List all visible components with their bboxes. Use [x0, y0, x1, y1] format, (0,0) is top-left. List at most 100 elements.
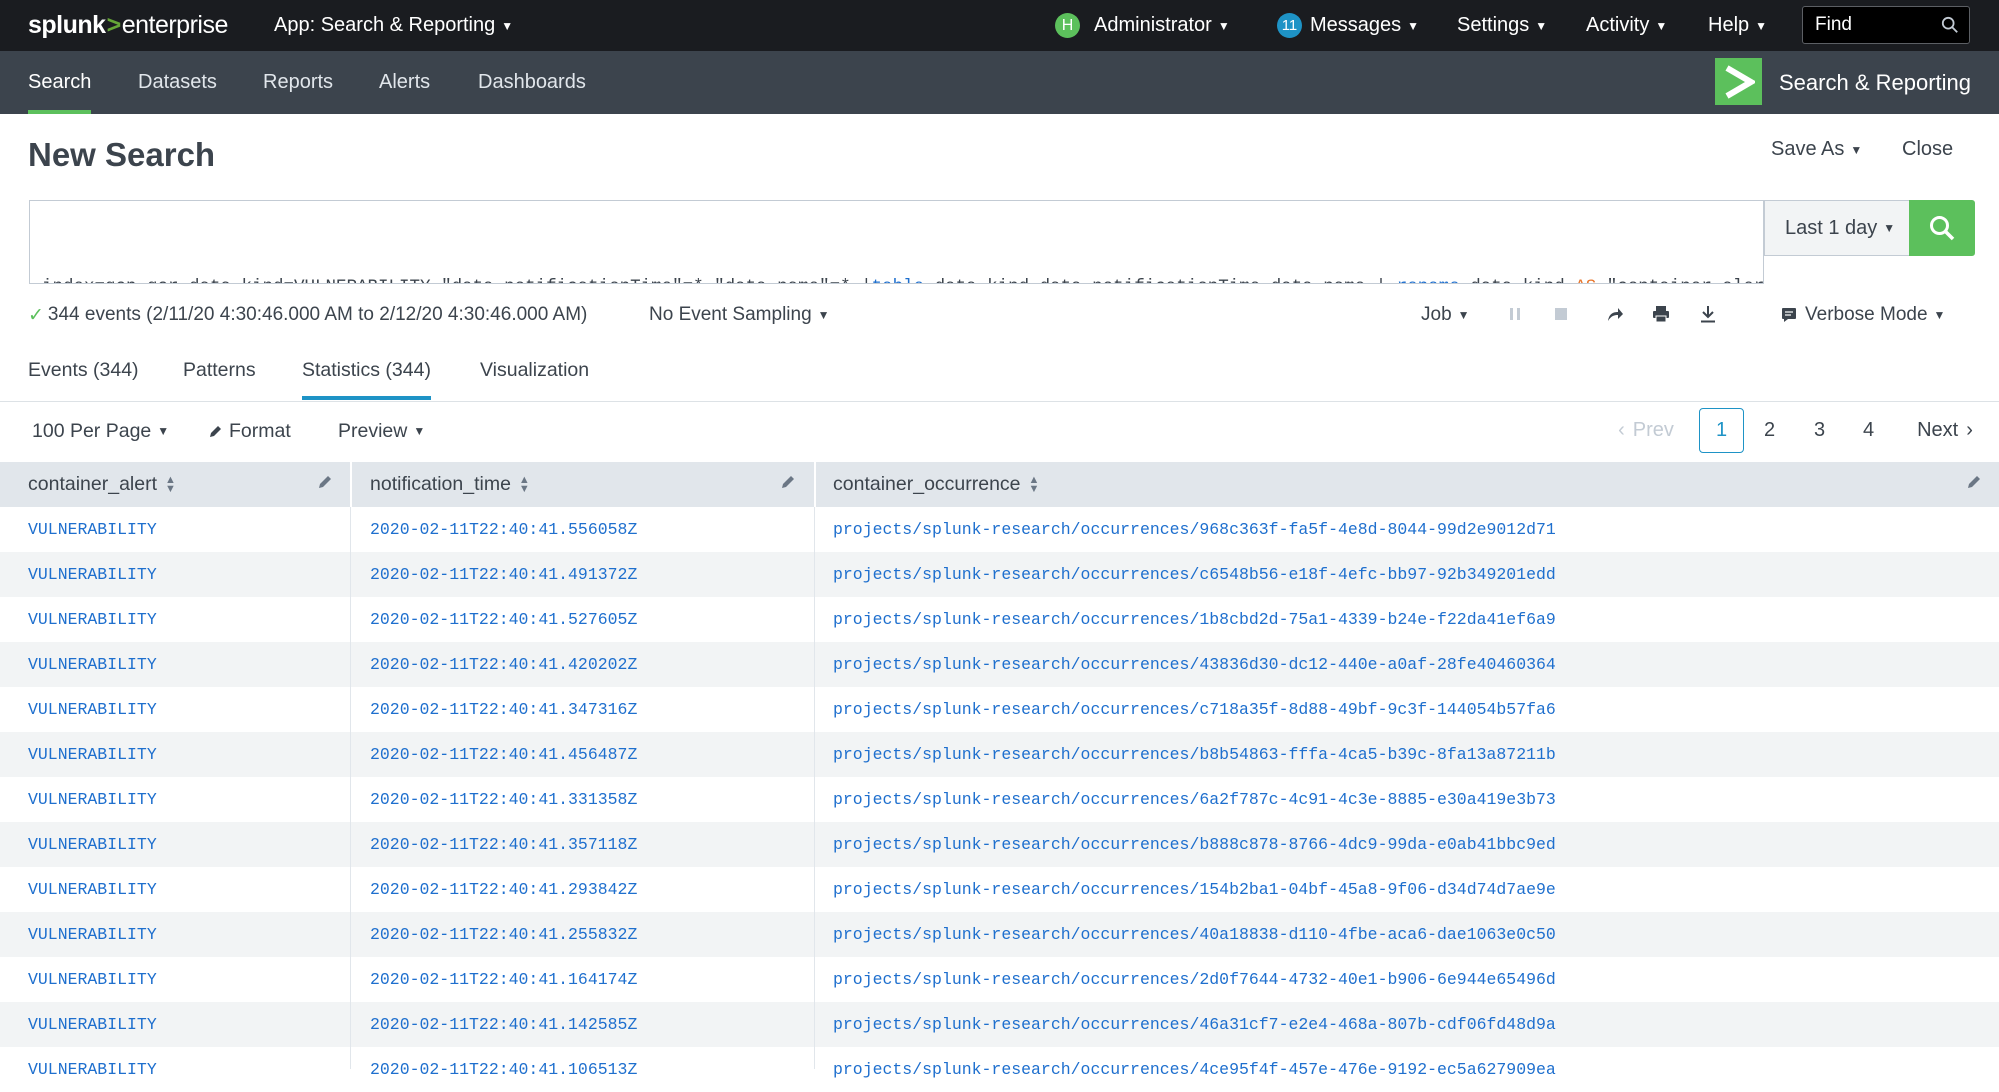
tab-patterns[interactable]: Patterns: [183, 343, 256, 398]
table-cell-container-occurrence[interactable]: projects/splunk-research/occurrences/40a…: [833, 912, 1556, 957]
table-row[interactable]: VULNERABILITY 2020-02-11T22:40:41.255832Z…: [0, 912, 1999, 957]
prev-page-button[interactable]: ‹ Prev: [1614, 408, 1678, 453]
page-button-3[interactable]: 3: [1797, 408, 1842, 453]
table-cell-container-occurrence[interactable]: projects/splunk-research/occurrences/154…: [833, 867, 1556, 912]
edit-column-icon[interactable]: [779, 473, 797, 491]
tab-visualization[interactable]: Visualization: [480, 343, 589, 398]
job-menu[interactable]: Job ▼: [1421, 301, 1470, 329]
search-icon[interactable]: [1941, 16, 1959, 34]
messages-menu[interactable]: 11 Messages ▼: [1277, 0, 1419, 51]
table-cell-container-occurrence[interactable]: projects/splunk-research/occurrences/6a2…: [833, 777, 1556, 822]
table-row[interactable]: VULNERABILITY 2020-02-11T22:40:41.106513Z…: [0, 1047, 1999, 1092]
table-cell-container-occurrence[interactable]: projects/splunk-research/occurrences/c71…: [833, 687, 1556, 732]
table-cell-container-occurrence[interactable]: projects/splunk-research/occurrences/968…: [833, 507, 1556, 552]
page-button-1[interactable]: 1: [1699, 408, 1744, 453]
table-cell-notification-time[interactable]: 2020-02-11T22:40:41.527605Z: [370, 597, 637, 642]
table-cell-container-occurrence[interactable]: projects/splunk-research/occurrences/438…: [833, 642, 1556, 687]
next-page-button[interactable]: Next ›: [1910, 408, 1980, 453]
tab-statistics[interactable]: Statistics (344): [302, 343, 431, 400]
table-cell-container-alert[interactable]: VULNERABILITY: [28, 867, 157, 912]
table-cell-container-occurrence[interactable]: projects/splunk-research/occurrences/2d0…: [833, 957, 1556, 1002]
table-cell-container-alert[interactable]: VULNERABILITY: [28, 552, 157, 597]
column-header-container-alert[interactable]: container_alert ▲ ▼: [28, 462, 176, 507]
table-cell-notification-time[interactable]: 2020-02-11T22:40:41.331358Z: [370, 777, 637, 822]
table-cell-container-alert[interactable]: VULNERABILITY: [28, 777, 157, 822]
table-cell-container-alert[interactable]: VULNERABILITY: [28, 642, 157, 687]
table-row[interactable]: VULNERABILITY 2020-02-11T22:40:41.527605Z…: [0, 597, 1999, 642]
table-cell-container-alert[interactable]: VULNERABILITY: [28, 1002, 157, 1047]
table-row[interactable]: VULNERABILITY 2020-02-11T22:40:41.142585Z…: [0, 1002, 1999, 1047]
table-cell-container-alert[interactable]: VULNERABILITY: [28, 687, 157, 732]
table-cell-container-occurrence[interactable]: projects/splunk-research/occurrences/b8b…: [833, 732, 1556, 777]
nav-search[interactable]: Search: [28, 51, 92, 114]
find-input[interactable]: [1815, 14, 1935, 36]
table-row[interactable]: VULNERABILITY 2020-02-11T22:40:41.347316Z…: [0, 687, 1999, 732]
table-cell-container-alert[interactable]: VULNERABILITY: [28, 732, 157, 777]
table-row[interactable]: VULNERABILITY 2020-02-11T22:40:41.164174Z…: [0, 957, 1999, 1002]
app-menu[interactable]: App: Search & Reporting ▼: [274, 0, 513, 51]
table-cell-container-occurrence[interactable]: projects/splunk-research/occurrences/4ce…: [833, 1047, 1556, 1092]
print-icon[interactable]: [1649, 302, 1673, 326]
nav-reports[interactable]: Reports: [263, 51, 333, 114]
table-row[interactable]: VULNERABILITY 2020-02-11T22:40:41.331358Z…: [0, 777, 1999, 822]
table-row[interactable]: VULNERABILITY 2020-02-11T22:40:41.456487Z…: [0, 732, 1999, 777]
edit-column-icon[interactable]: [1965, 473, 1983, 491]
event-sampling-menu[interactable]: No Event Sampling ▼: [649, 301, 830, 329]
table-cell-notification-time[interactable]: 2020-02-11T22:40:41.255832Z: [370, 912, 637, 957]
table-cell-container-occurrence[interactable]: projects/splunk-research/occurrences/b88…: [833, 822, 1556, 867]
share-icon[interactable]: [1603, 302, 1627, 326]
app-title[interactable]: Search & Reporting: [1779, 51, 1971, 114]
edit-column-icon[interactable]: [316, 473, 334, 491]
nav-datasets[interactable]: Datasets: [138, 51, 217, 114]
table-row[interactable]: VULNERABILITY 2020-02-11T22:40:41.556058Z…: [0, 507, 1999, 552]
format-menu[interactable]: Format: [208, 416, 291, 446]
table-cell-container-alert[interactable]: VULNERABILITY: [28, 597, 157, 642]
table-cell-notification-time[interactable]: 2020-02-11T22:40:41.420202Z: [370, 642, 637, 687]
stop-icon[interactable]: [1549, 302, 1573, 326]
user-menu[interactable]: H Administrator ▼: [1055, 0, 1230, 51]
splunk-logo[interactable]: splunk > enterprise: [28, 0, 228, 51]
preview-menu[interactable]: Preview ▼: [338, 416, 425, 446]
table-row[interactable]: VULNERABILITY 2020-02-11T22:40:41.491372Z…: [0, 552, 1999, 597]
tab-events[interactable]: Events (344): [28, 343, 139, 398]
app-logo-icon[interactable]: [1715, 58, 1762, 105]
column-header-notification-time[interactable]: notification_time ▲ ▼: [370, 462, 530, 507]
activity-menu[interactable]: Activity ▼: [1586, 0, 1667, 51]
close-button[interactable]: Close: [1902, 138, 1953, 161]
search-mode-menu[interactable]: Verbose Mode ▼: [1781, 301, 1945, 329]
table-row[interactable]: VULNERABILITY 2020-02-11T22:40:41.357118Z…: [0, 822, 1999, 867]
page-button-4[interactable]: 4: [1846, 408, 1891, 453]
table-cell-container-occurrence[interactable]: projects/splunk-research/occurrences/46a…: [833, 1002, 1556, 1047]
table-cell-notification-time[interactable]: 2020-02-11T22:40:41.347316Z: [370, 687, 637, 732]
nav-dashboards[interactable]: Dashboards: [478, 51, 586, 114]
table-cell-container-alert[interactable]: VULNERABILITY: [28, 822, 157, 867]
table-row[interactable]: VULNERABILITY 2020-02-11T22:40:41.293842Z…: [0, 867, 1999, 912]
page-button-2[interactable]: 2: [1747, 408, 1792, 453]
save-as-button[interactable]: Save As ▼: [1771, 138, 1862, 161]
per-page-menu[interactable]: 100 Per Page ▼: [32, 416, 169, 446]
table-cell-container-alert[interactable]: VULNERABILITY: [28, 957, 157, 1002]
table-cell-notification-time[interactable]: 2020-02-11T22:40:41.293842Z: [370, 867, 637, 912]
table-cell-notification-time[interactable]: 2020-02-11T22:40:41.357118Z: [370, 822, 637, 867]
nav-alerts[interactable]: Alerts: [379, 51, 430, 114]
help-menu[interactable]: Help ▼: [1708, 0, 1767, 51]
table-cell-container-alert[interactable]: VULNERABILITY: [28, 1047, 157, 1092]
table-cell-notification-time[interactable]: 2020-02-11T22:40:41.106513Z: [370, 1047, 637, 1092]
table-cell-container-occurrence[interactable]: projects/splunk-research/occurrences/1b8…: [833, 597, 1556, 642]
column-header-container-occurrence[interactable]: container_occurrence ▲ ▼: [833, 462, 1039, 507]
search-query-editor[interactable]: index=gcp_gcr data.kind=VULNERABILITY "d…: [29, 200, 1764, 284]
table-cell-container-alert[interactable]: VULNERABILITY: [28, 507, 157, 552]
table-cell-notification-time[interactable]: 2020-02-11T22:40:41.142585Z: [370, 1002, 637, 1047]
table-cell-notification-time[interactable]: 2020-02-11T22:40:41.491372Z: [370, 552, 637, 597]
search-button[interactable]: [1909, 200, 1975, 256]
table-cell-container-alert[interactable]: VULNERABILITY: [28, 912, 157, 957]
table-cell-notification-time[interactable]: 2020-02-11T22:40:41.556058Z: [370, 507, 637, 552]
time-range-picker[interactable]: Last 1 day ▼: [1764, 200, 1910, 256]
download-icon[interactable]: [1696, 302, 1720, 326]
table-cell-notification-time[interactable]: 2020-02-11T22:40:41.164174Z: [370, 957, 637, 1002]
settings-menu[interactable]: Settings ▼: [1457, 0, 1547, 51]
table-cell-container-occurrence[interactable]: projects/splunk-research/occurrences/c65…: [833, 552, 1556, 597]
pause-icon[interactable]: [1503, 302, 1527, 326]
table-row[interactable]: VULNERABILITY 2020-02-11T22:40:41.420202Z…: [0, 642, 1999, 687]
table-cell-notification-time[interactable]: 2020-02-11T22:40:41.456487Z: [370, 732, 637, 777]
